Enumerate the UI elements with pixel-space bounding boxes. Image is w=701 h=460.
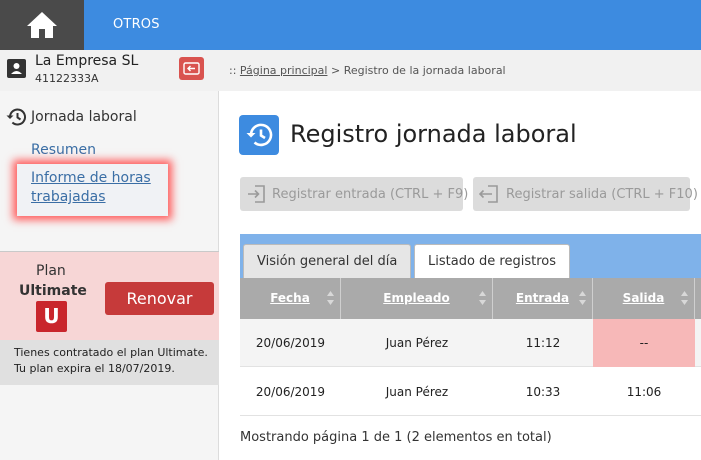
column-header-entrada[interactable]: Entrada [493, 278, 593, 319]
cell-empleado: Juan Pérez [385, 385, 449, 399]
column-header-label: Empleado [383, 291, 450, 305]
column-header-overflow [695, 278, 701, 319]
top-navbar: OTROS [0, 0, 701, 50]
sort-icon [681, 291, 688, 305]
home-icon [27, 12, 57, 38]
plan-info-line1: Tienes contratado el plan Ultimate. [14, 346, 208, 359]
column-header-empleado[interactable]: Empleado [341, 278, 493, 319]
register-exit-button[interactable]: Registrar salida (CTRL + F10) [473, 177, 698, 211]
sidebar-item-resumen[interactable]: Resumen [31, 142, 96, 158]
plan-name: Ultimate [19, 283, 87, 299]
cell-entrada: 11:12 [525, 336, 561, 350]
column-header-label: Entrada [515, 291, 570, 305]
logout-button[interactable] [179, 57, 204, 80]
cell-entrada: 10:33 [525, 385, 561, 399]
contact-card-icon [7, 59, 26, 78]
table-row[interactable]: 20/06/2019 Juan Pérez 11:12 -- [240, 319, 701, 367]
sidebar-section-label: Jornada laboral [31, 109, 137, 125]
table-header: Fecha Empleado Entrada Salida [240, 278, 701, 319]
plan-info: Tienes contratado el plan Ultimate. Tu p… [0, 340, 219, 385]
tab-listado-registros[interactable]: Listado de registros [414, 244, 570, 279]
sign-out-icon [476, 183, 502, 205]
sidebar-item-informe-horas[interactable]: Informe de horas trabajadas [17, 164, 168, 216]
breadcrumb: :: Página principal > Registro de la jor… [229, 64, 506, 77]
plan-label: Plan [36, 263, 66, 279]
table-row[interactable]: 20/06/2019 Juan Pérez 10:33 11:06 [240, 368, 701, 416]
register-entry-button[interactable]: Registrar entrada (CTRL + F9) [240, 177, 468, 211]
cell-empleado: Juan Pérez [385, 336, 449, 350]
nav-otros[interactable]: OTROS [113, 0, 160, 50]
history-icon [6, 108, 26, 126]
cell-fecha: 20/06/2019 [255, 385, 326, 399]
plan-panel: Plan Ultimate U Renovar [0, 251, 219, 340]
sort-icon [579, 291, 586, 305]
sort-icon [479, 291, 486, 305]
history-icon [246, 123, 273, 147]
cell-fecha: 20/06/2019 [255, 336, 326, 350]
column-header-fecha[interactable]: Fecha [240, 278, 341, 319]
sign-in-icon [246, 183, 268, 205]
cell-salida-missing: -- [593, 319, 695, 367]
plan-logo: U [36, 301, 67, 332]
company-name: La Empresa SL [35, 53, 139, 69]
company-id: 41122333A [35, 72, 99, 85]
breadcrumb-separator: > [330, 64, 341, 77]
column-header-label: Fecha [270, 291, 310, 305]
sidebar-section-jornada: Jornada laboral [5, 107, 137, 127]
renew-button[interactable]: Renovar [105, 282, 214, 315]
sidebar: Jornada laboral Resumen Informe de horas… [0, 91, 219, 460]
breadcrumb-home-link[interactable]: Página principal [240, 64, 328, 77]
register-exit-label: Registrar salida (CTRL + F10) [506, 186, 698, 202]
sort-icon [327, 291, 334, 305]
plan-info-line2: Tu plan expira el 18/07/2019. [14, 362, 175, 375]
tabs-bar: Visión general del día Listado de regist… [240, 234, 701, 279]
home-button[interactable] [0, 0, 84, 50]
cell-salida: 11:06 [626, 385, 662, 399]
page-title: Registro jornada laboral [290, 120, 577, 148]
pagination-info: Mostrando página 1 de 1 (2 elementos en … [240, 430, 552, 445]
company-bar: La Empresa SL 41122333A :: Página princi… [0, 50, 701, 91]
page-title-icon [239, 115, 279, 155]
column-header-label: Salida [622, 291, 665, 305]
register-entry-label: Registrar entrada (CTRL + F9) [272, 186, 469, 202]
exit-icon [183, 62, 200, 75]
tab-vision-general[interactable]: Visión general del día [243, 244, 412, 278]
breadcrumb-prefix: :: [229, 64, 237, 77]
breadcrumb-current: Registro de la jornada laboral [343, 64, 506, 77]
column-header-salida[interactable]: Salida [593, 278, 695, 319]
